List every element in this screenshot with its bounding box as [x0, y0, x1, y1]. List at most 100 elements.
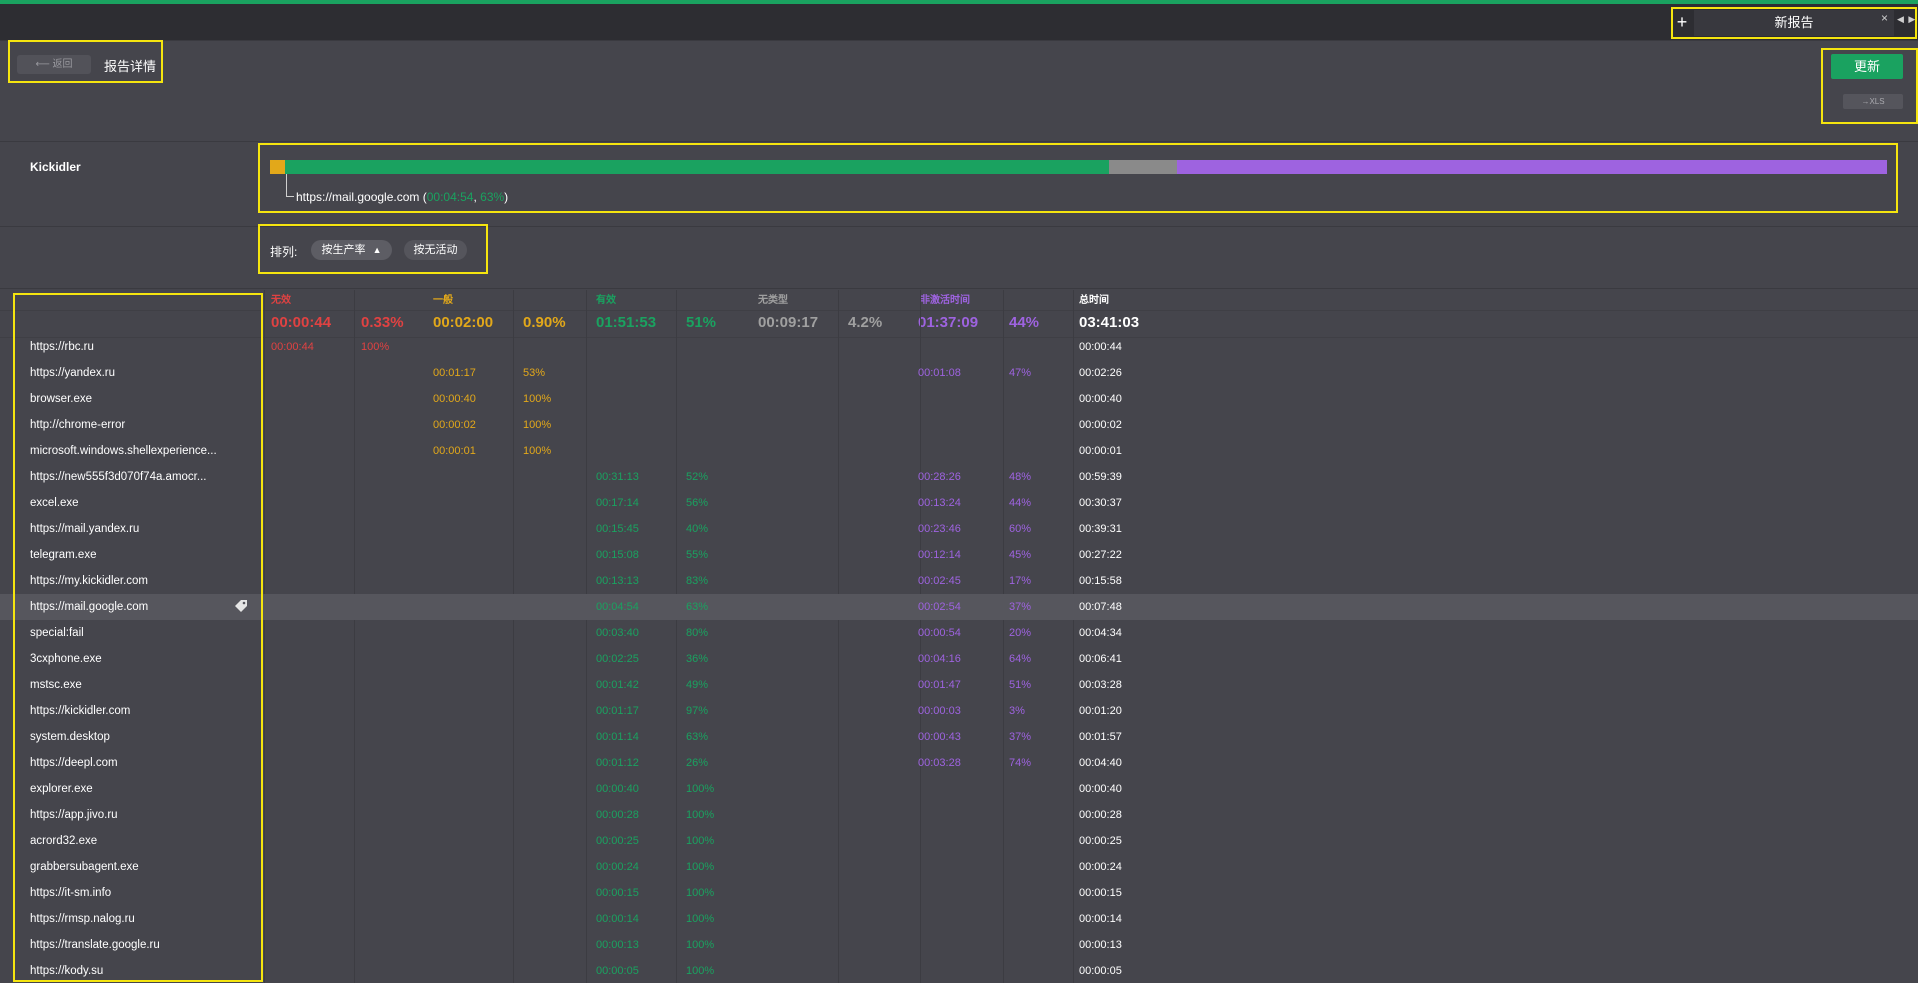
table-cell-prod-time: 00:15:08	[596, 549, 639, 561]
table-row-name[interactable]: https://app.jivo.ru	[30, 809, 118, 821]
table-cell-prod-pct: 97%	[686, 705, 709, 717]
tab-scroll-arrows-icon[interactable]: ◀ ▶	[1897, 14, 1917, 30]
total-unproductive-time: 00:00:44	[271, 314, 332, 331]
table-cell-total: 00:39:31	[1079, 523, 1122, 535]
table-row-name[interactable]: https://rmsp.nalog.ru	[30, 913, 135, 925]
export-xls-button[interactable]: →XLS	[1843, 94, 1903, 109]
table-cell-prod-time: 00:04:54	[596, 601, 639, 613]
table-cell-inactive-pct: 47%	[1009, 367, 1032, 379]
tab-new-report[interactable]: 新报告 ×	[1694, 10, 1894, 36]
table-row-name[interactable]: https://rbc.ru	[30, 341, 94, 353]
table-cell-total: 00:59:39	[1079, 471, 1122, 483]
table-row-name[interactable]: http://chrome-error	[30, 419, 125, 431]
table-cell-prod-pct: 100%	[686, 809, 715, 821]
table-cell-neutral-pct: 100%	[523, 393, 552, 405]
table-cell-inactive-pct: 45%	[1009, 549, 1032, 561]
update-button[interactable]: 更新	[1831, 54, 1903, 79]
divider	[0, 141, 1918, 142]
activity-bar-segment[interactable]	[284, 160, 1109, 174]
table-row-name[interactable]: https://yandex.ru	[30, 367, 115, 379]
table-row-name[interactable]: explorer.exe	[30, 783, 93, 795]
col-productive[interactable]: 有效	[596, 291, 616, 306]
column-divider	[513, 290, 514, 983]
table-row-name[interactable]: https://it-sm.info	[30, 887, 111, 899]
table-row-name[interactable]: browser.exe	[30, 393, 92, 405]
table-row-name[interactable]: microsoft.windows.shellexperience...	[30, 445, 217, 457]
table-row-name[interactable]: https://mail.google.com	[30, 601, 148, 613]
table-cell-neutral-pct: 53%	[523, 367, 546, 379]
table-cell-prod-time: 00:01:14	[596, 731, 639, 743]
table-row-name[interactable]: https://kickidler.com	[30, 705, 130, 717]
column-divider	[1003, 290, 1004, 983]
page-title: 报告详情	[104, 59, 157, 74]
table-row-name[interactable]: excel.exe	[30, 497, 79, 509]
tag-icon[interactable]	[234, 599, 248, 613]
bar-caption: https://mail.google.com (00:04:54, 63%)	[296, 190, 509, 204]
col-inactive[interactable]: 非激活时间	[920, 291, 970, 306]
table-row-name[interactable]: https://mail.yandex.ru	[30, 523, 139, 535]
total-inactive-pct: 44%	[1009, 314, 1040, 331]
table-cell-prod-time: 00:00:28	[596, 809, 639, 821]
tab-close-icon[interactable]: ×	[1881, 11, 1888, 25]
bar-caption-time: 00:04:54	[426, 190, 474, 204]
table-cell-inactive-pct: 3%	[1009, 705, 1025, 717]
table-cell-prod-time: 00:03:40	[596, 627, 639, 639]
total-unproductive-pct: 0.33%	[361, 314, 404, 331]
add-tab-icon[interactable]: +	[1673, 11, 1691, 33]
col-uncategorized[interactable]: 无类型	[758, 291, 788, 306]
sort-by-productivity-label: 按生产率	[321, 244, 366, 256]
table-cell-prod-pct: 55%	[686, 549, 709, 561]
table-cell-inactive-time: 00:12:14	[918, 549, 961, 561]
col-total[interactable]: 总时间	[1079, 291, 1109, 306]
table-row-name[interactable]: special:fail	[30, 627, 84, 639]
table-cell-prod-pct: 100%	[686, 965, 715, 977]
bar-caption-pct: 63%	[480, 190, 505, 204]
activity-bar-segment[interactable]	[1108, 160, 1177, 174]
table-cell-inactive-pct: 44%	[1009, 497, 1032, 509]
activity-bar[interactable]	[270, 160, 1888, 174]
total-neutral-pct: 0.90%	[523, 314, 566, 331]
table-cell-prod-pct: 63%	[686, 601, 709, 613]
table-cell-prod-pct: 52%	[686, 471, 709, 483]
col-unproductive[interactable]: 无效	[271, 291, 291, 306]
table-cell-total: 00:01:20	[1079, 705, 1122, 717]
table-cell-total: 00:00:14	[1079, 913, 1122, 925]
table-row-name[interactable]: grabbersubagent.exe	[30, 861, 139, 873]
table-cell-prod-time: 00:00:40	[596, 783, 639, 795]
sort-by-inactivity-button[interactable]: 按无活动	[404, 240, 467, 260]
divider	[0, 288, 1918, 289]
activity-bar-segment[interactable]	[1176, 160, 1888, 174]
table-cell-inactive-pct: 64%	[1009, 653, 1032, 665]
activity-bar-segment[interactable]	[270, 160, 285, 174]
sort-by-productivity-button[interactable]: 按生产率 ▲	[311, 240, 392, 260]
col-neutral[interactable]: 一般	[433, 291, 453, 306]
back-button[interactable]: ⟵ 返回	[17, 55, 91, 74]
table-cell-inactive-pct: 17%	[1009, 575, 1032, 587]
table-cell-inactive-time: 00:03:28	[918, 757, 961, 769]
column-divider	[264, 290, 265, 983]
table-row-name[interactable]: https://kody.su	[30, 965, 103, 977]
table-row-name[interactable]: 3cxphone.exe	[30, 653, 102, 665]
table-row-name[interactable]: https://deepl.com	[30, 757, 118, 769]
table-cell-inactive-pct: 60%	[1009, 523, 1032, 535]
table-cell-prod-time: 00:00:13	[596, 939, 639, 951]
table-row-name[interactable]: mstsc.exe	[30, 679, 82, 691]
table-cell-prod-pct: 100%	[686, 939, 715, 951]
table-row-name[interactable]: https://my.kickidler.com	[30, 575, 148, 587]
table-row-name[interactable]: system.desktop	[30, 731, 110, 743]
table-cell-prod-time: 00:00:25	[596, 835, 639, 847]
table-cell-total: 00:30:37	[1079, 497, 1122, 509]
table-cell-inactive-time: 00:02:54	[918, 601, 961, 613]
table-cell-total: 00:03:28	[1079, 679, 1122, 691]
total-neutral-time: 00:02:00	[433, 314, 494, 331]
total-uncategorized-pct: 4.2%	[848, 314, 883, 331]
table-cell-total: 00:02:26	[1079, 367, 1122, 379]
table-cell-total: 00:00:25	[1079, 835, 1122, 847]
table-cell-total: 00:27:22	[1079, 549, 1122, 561]
table-cell-total: 00:00:44	[1079, 341, 1122, 353]
table-row-name[interactable]: https://new555f3d070f74a.amocr...	[30, 471, 206, 483]
table-row-name[interactable]: acrord32.exe	[30, 835, 97, 847]
divider	[0, 310, 1918, 311]
table-row-name[interactable]: https://translate.google.ru	[30, 939, 160, 951]
table-row-name[interactable]: telegram.exe	[30, 549, 96, 561]
